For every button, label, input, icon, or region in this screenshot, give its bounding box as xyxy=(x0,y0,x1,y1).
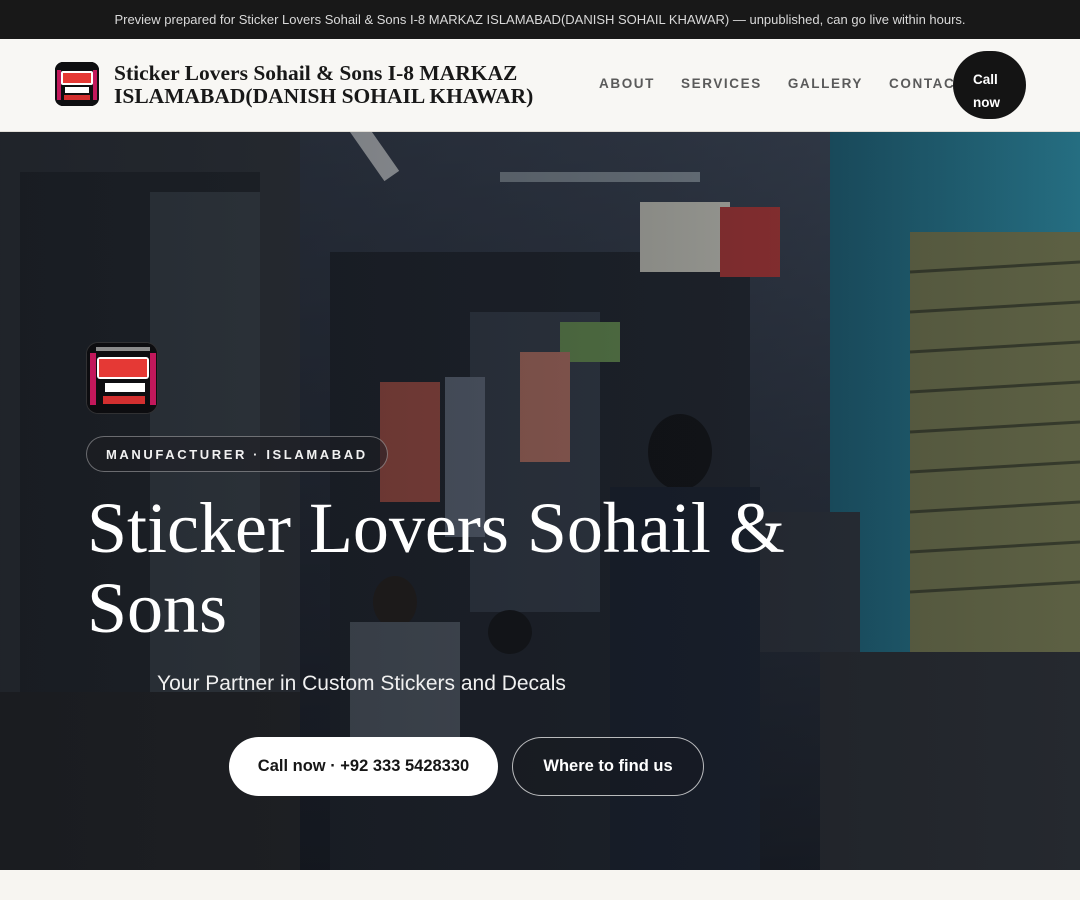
category-badge: MANUFACTURER · ISLAMABAD xyxy=(86,436,388,472)
header-call-button[interactable]: Call now xyxy=(953,51,1026,119)
nav-gallery[interactable]: GALLERY xyxy=(788,76,863,91)
nav-about[interactable]: ABOUT xyxy=(599,76,655,91)
hero-subtitle: Your Partner in Custom Stickers and Deca… xyxy=(157,672,566,695)
next-section-edge xyxy=(0,870,1080,900)
sticker-lovers-logo-icon[interactable] xyxy=(55,62,99,106)
where-to-find-us-button[interactable]: Where to find us xyxy=(512,737,704,796)
sticker-lovers-logo-icon xyxy=(86,342,158,414)
preview-notice-bar: Preview prepared for Sticker Lovers Soha… xyxy=(0,0,1080,39)
call-now-button[interactable]: Call now · +92 333 5428330 xyxy=(229,737,498,796)
nav-services[interactable]: SERVICES xyxy=(681,76,762,91)
hero-title: Sticker Lovers Sohail & Sons xyxy=(87,488,785,648)
hero-section: MANUFACTURER · ISLAMABAD Sticker Lovers … xyxy=(0,132,1080,870)
main-nav: ABOUT SERVICES GALLERY CONTACT xyxy=(599,76,965,91)
site-header: Sticker Lovers Sohail & Sons I-8 MARKAZ … xyxy=(0,39,1080,132)
brand-name[interactable]: Sticker Lovers Sohail & Sons I-8 MARKAZ … xyxy=(114,62,564,108)
preview-notice-text: Preview prepared for Sticker Lovers Soha… xyxy=(114,12,966,27)
